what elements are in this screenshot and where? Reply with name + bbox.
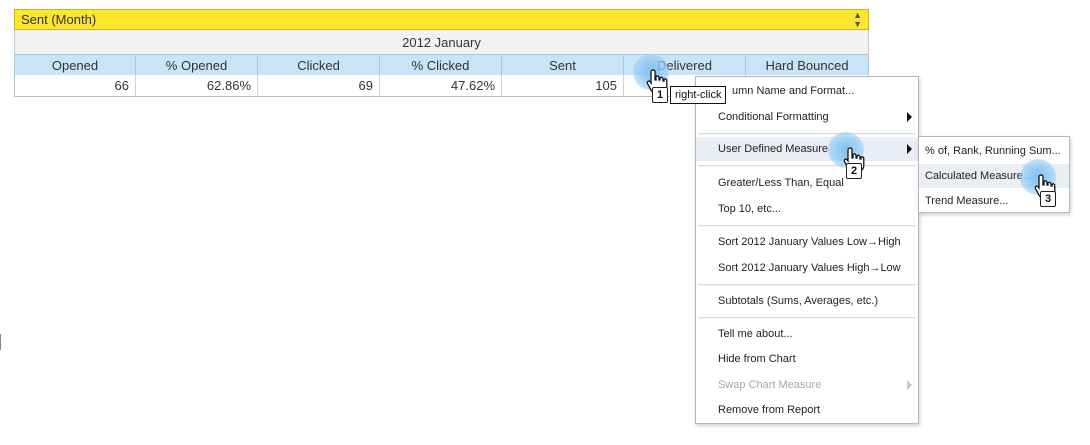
sort-toggle-icon[interactable]: ▲ ▼: [853, 10, 862, 29]
menu-item-hide-from-chart[interactable]: Hide from Chart: [696, 347, 918, 371]
menu-item-conditional-formatting[interactable]: Conditional Formatting: [696, 105, 918, 129]
menu-item-swap-chart-measure: Swap Chart Measure: [696, 373, 918, 397]
column-header-percent-opened[interactable]: % Opened: [136, 54, 258, 75]
edge-divider: [0, 334, 1, 350]
cell-percent-opened: 62.86%: [136, 75, 258, 97]
menu-item-label: Trend Measure...: [925, 195, 1009, 207]
column-header-clicked[interactable]: Clicked: [258, 54, 380, 75]
column-header-hard-bounced[interactable]: Hard Bounced: [746, 54, 869, 75]
submenu-item-percent-rank[interactable]: % of, Rank, Running Sum...: [919, 139, 1069, 163]
menu-item-column-name-format[interactable]: umn Name and Format...: [696, 79, 918, 103]
period-header: 2012 January: [14, 30, 869, 54]
right-click-label: right-click: [670, 86, 727, 104]
menu-item-user-defined-measure[interactable]: User Defined Measure: [696, 137, 918, 161]
menu-separator: [698, 133, 916, 135]
menu-item-tell-me-about[interactable]: Tell me about...: [696, 322, 918, 346]
submenu-arrow-icon: [907, 112, 912, 122]
menu-item-label: Sort 2012 January Values Low→High: [718, 236, 901, 248]
cell-sent: 105: [502, 75, 624, 97]
cell-clicked: 69: [258, 75, 380, 97]
menu-item-label: Swap Chart Measure: [718, 379, 822, 391]
column-header-sent[interactable]: Sent: [502, 54, 624, 75]
column-header-opened[interactable]: Opened: [14, 54, 136, 75]
menu-item-label: Conditional Formatting: [718, 111, 829, 123]
column-context-menu: umn Name and Format... Conditional Forma…: [695, 76, 919, 424]
menu-item-label: Greater/Less Than, Equal: [718, 177, 844, 189]
menu-separator: [698, 225, 916, 227]
submenu-arrow-icon: [907, 380, 912, 390]
step-number-badge: 2: [846, 163, 862, 179]
menu-separator: [698, 284, 916, 286]
menu-item-greater-less-than[interactable]: Greater/Less Than, Equal: [696, 171, 918, 195]
menu-item-sort-high-low[interactable]: Sort 2012 January Values High→Low: [696, 256, 918, 280]
menu-item-label: Tell me about...: [718, 328, 793, 340]
menu-item-label: Sort 2012 January Values High→Low: [718, 262, 901, 274]
menu-separator: [698, 165, 916, 167]
menu-item-label: Remove from Report: [718, 404, 821, 416]
cell-opened: 66: [14, 75, 136, 97]
menu-item-label: Calculated Measure...: [925, 170, 1032, 182]
column-header-percent-clicked[interactable]: % Clicked: [380, 54, 502, 75]
menu-separator: [698, 317, 916, 319]
menu-item-label: User Defined Measure: [718, 143, 829, 155]
menu-item-label: % of, Rank, Running Sum...: [925, 145, 1061, 157]
menu-item-remove-from-report[interactable]: Remove from Report: [696, 398, 918, 422]
menu-item-sort-low-high[interactable]: Sort 2012 January Values Low→High: [696, 230, 918, 254]
menu-item-label: Subtotals (Sums, Averages, etc.): [718, 295, 878, 307]
step-number-badge: 3: [1040, 191, 1056, 207]
column-headers: Opened % Opened Clicked % Clicked Sent D…: [14, 54, 869, 75]
menu-item-label: Top 10, etc...: [718, 203, 781, 215]
step-number-badge: 1: [652, 87, 668, 103]
menu-item-top-10[interactable]: Top 10, etc...: [696, 197, 918, 221]
measure-title: Sent (Month): [21, 12, 97, 27]
menu-item-subtotals[interactable]: Subtotals (Sums, Averages, etc.): [696, 289, 918, 313]
measure-title-bar[interactable]: Sent (Month) ▲ ▼: [14, 9, 869, 30]
submenu-arrow-icon: [907, 144, 912, 154]
cell-percent-clicked: 47.62%: [380, 75, 502, 97]
menu-item-label: umn Name and Format...: [732, 85, 855, 97]
menu-item-label: Hide from Chart: [718, 353, 796, 365]
